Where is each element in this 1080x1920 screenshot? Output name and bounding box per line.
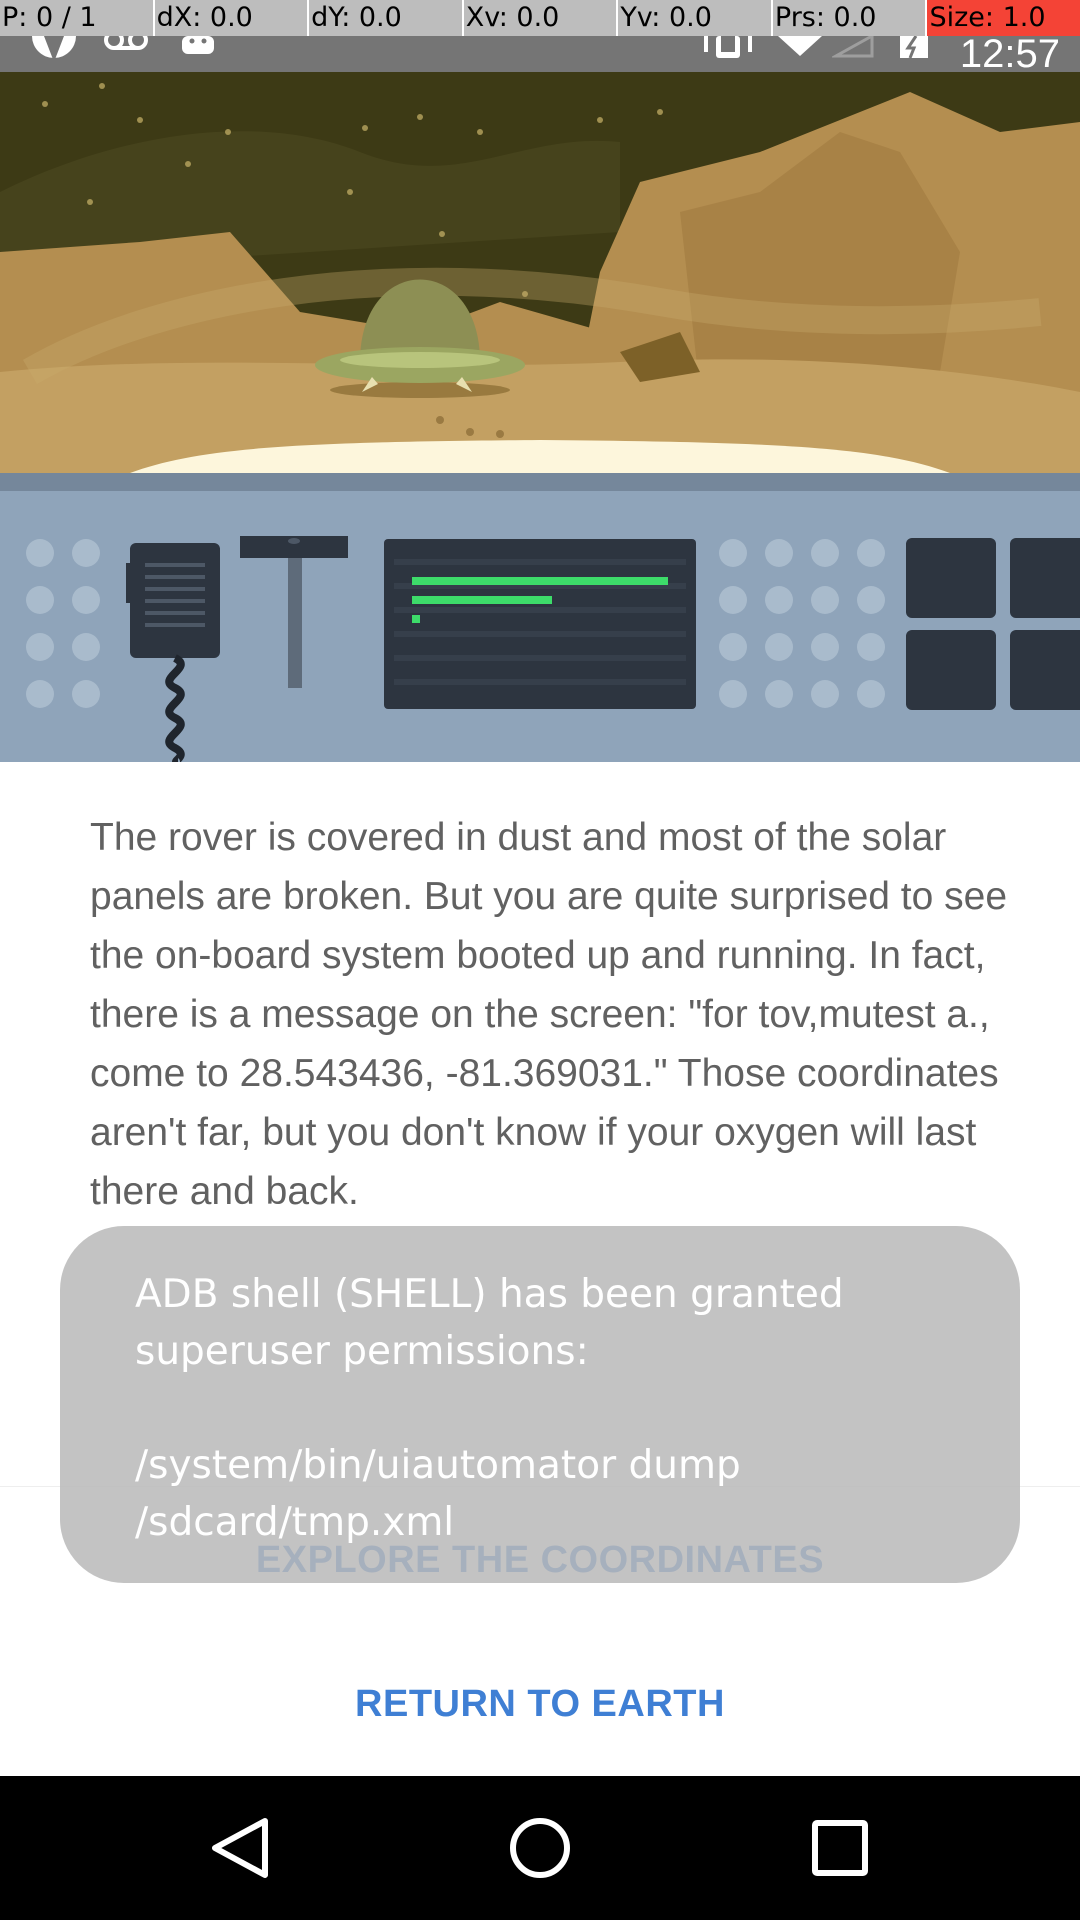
velocity-x: Xv: 0.0 — [464, 0, 619, 36]
app-icon — [32, 36, 76, 62]
status-time: 12:57 — [959, 36, 1060, 72]
delta-x: dX: 0.0 — [155, 0, 310, 36]
return-to-earth-button[interactable]: RETURN TO EARTH — [0, 1656, 1080, 1752]
voicemail-icon — [104, 36, 148, 50]
rover-console-illustration — [0, 473, 1080, 762]
mars-landscape-illustration — [0, 72, 1080, 473]
touch-size: Size: 1.0 — [927, 0, 1080, 36]
delta-y: dY: 0.0 — [309, 0, 464, 36]
pointer-count: P: 0 / 1 — [0, 0, 155, 36]
navigation-bar — [0, 1776, 1080, 1920]
velocity-y: Yv: 0.0 — [618, 0, 773, 36]
pressure: Prs: 0.0 — [773, 0, 928, 36]
signal-icon — [832, 36, 874, 58]
story-text: The rover is covered in dust and most of… — [90, 816, 1008, 1213]
home-icon[interactable] — [505, 1813, 575, 1883]
status-bar: 12:57 — [0, 36, 1080, 72]
recents-icon[interactable] — [805, 1813, 875, 1883]
android-icon — [182, 36, 214, 54]
wifi-icon — [778, 36, 822, 56]
superuser-toast: ADB shell (SHELL) has been granted super… — [60, 1226, 1020, 1583]
back-icon[interactable] — [205, 1813, 275, 1883]
pointer-debug-bar: P: 0 / 1 dX: 0.0 dY: 0.0 Xv: 0.0 Yv: 0.0… — [0, 0, 1080, 36]
vibrate-icon — [704, 36, 752, 58]
battery-charging-icon — [900, 36, 928, 59]
